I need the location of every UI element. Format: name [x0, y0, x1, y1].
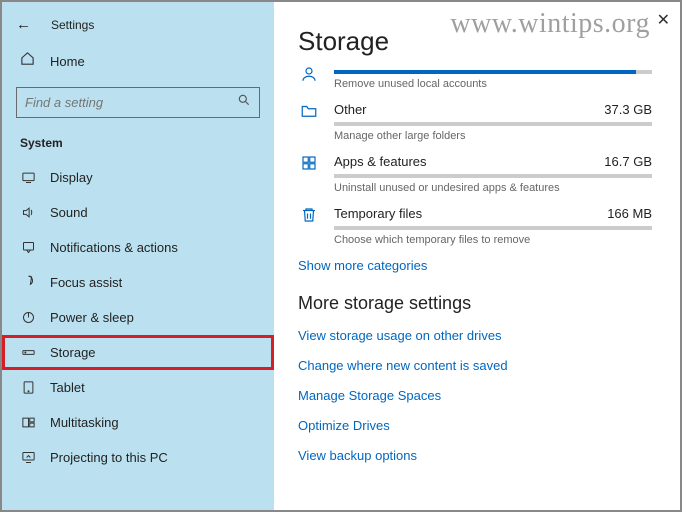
storage-category[interactable]: Other 37.3 GB Manage other large folders [298, 102, 652, 142]
sound-icon [20, 205, 36, 220]
category-desc: Remove unused local accounts [334, 78, 652, 90]
content-pane: Storage Remove unused local accounts Oth… [274, 2, 680, 510]
link-view-other-drives[interactable]: View storage usage on other drives [298, 328, 652, 343]
sidebar-item-notifications[interactable]: Notifications & actions [2, 230, 274, 265]
sidebar: ← Settings Home System Display [2, 2, 274, 510]
storage-category[interactable]: Temporary files 166 MB Choose which tempo… [298, 206, 652, 246]
notifications-icon [20, 240, 36, 255]
power-icon [20, 310, 36, 325]
apps-icon [298, 154, 320, 172]
more-settings-heading: More storage settings [298, 293, 652, 314]
folder-icon [298, 102, 320, 120]
accounts-icon [298, 65, 320, 83]
link-optimize-drives[interactable]: Optimize Drives [298, 418, 652, 433]
category-desc: Uninstall unused or undesired apps & fea… [334, 182, 652, 194]
sidebar-item-label: Storage [50, 345, 96, 360]
storage-category[interactable]: Apps & features 16.7 GB Uninstall unused … [298, 154, 652, 194]
category-desc: Manage other large folders [334, 130, 652, 142]
sidebar-item-projecting[interactable]: Projecting to this PC [2, 440, 274, 475]
sidebar-item-tablet[interactable]: Tablet [2, 370, 274, 405]
link-change-new-content[interactable]: Change where new content is saved [298, 358, 652, 373]
sidebar-item-power[interactable]: Power & sleep [2, 300, 274, 335]
storage-category[interactable]: Remove unused local accounts [298, 65, 652, 90]
category-name: Apps & features [334, 154, 427, 169]
sidebar-item-label: Focus assist [50, 275, 122, 290]
projecting-icon [20, 450, 36, 465]
storage-bar [334, 174, 652, 178]
sidebar-home[interactable]: Home [2, 43, 274, 79]
storage-bar [334, 226, 652, 230]
close-button[interactable]: ✕ [657, 10, 670, 30]
sidebar-item-label: Projecting to this PC [50, 450, 168, 465]
page-title: Storage [298, 26, 652, 57]
search-icon [237, 93, 251, 112]
sidebar-group-system: System [2, 130, 274, 160]
storage-icon [20, 345, 36, 360]
category-name: Other [334, 102, 367, 117]
sidebar-item-multitasking[interactable]: Multitasking [2, 405, 274, 440]
search-input[interactable] [25, 95, 237, 110]
trash-icon [298, 206, 320, 224]
sidebar-item-label: Display [50, 170, 93, 185]
sidebar-item-label: Multitasking [50, 415, 119, 430]
link-manage-storage-spaces[interactable]: Manage Storage Spaces [298, 388, 652, 403]
sidebar-home-label: Home [50, 54, 85, 69]
sidebar-item-storage[interactable]: Storage [2, 335, 274, 370]
sidebar-item-label: Notifications & actions [50, 240, 178, 255]
sidebar-item-label: Power & sleep [50, 310, 134, 325]
category-value: 166 MB [607, 206, 652, 221]
back-button[interactable]: ← [16, 16, 31, 33]
category-desc: Choose which temporary files to remove [334, 234, 652, 246]
sidebar-item-label: Sound [50, 205, 88, 220]
search-container[interactable] [16, 87, 260, 118]
storage-bar [334, 122, 652, 126]
display-icon [20, 170, 36, 185]
category-value: 16.7 GB [604, 154, 652, 169]
sidebar-item-label: Tablet [50, 380, 85, 395]
storage-bar [334, 70, 652, 74]
link-view-backup-options[interactable]: View backup options [298, 448, 652, 463]
show-more-link[interactable]: Show more categories [298, 258, 652, 273]
home-icon [20, 51, 36, 71]
multitasking-icon [20, 415, 36, 430]
focus-icon [20, 275, 36, 290]
sidebar-item-sound[interactable]: Sound [2, 195, 274, 230]
window-title: Settings [51, 18, 94, 32]
category-name: Temporary files [334, 206, 422, 221]
category-value: 37.3 GB [604, 102, 652, 117]
tablet-icon [20, 380, 36, 395]
sidebar-item-display[interactable]: Display [2, 160, 274, 195]
sidebar-item-focus[interactable]: Focus assist [2, 265, 274, 300]
